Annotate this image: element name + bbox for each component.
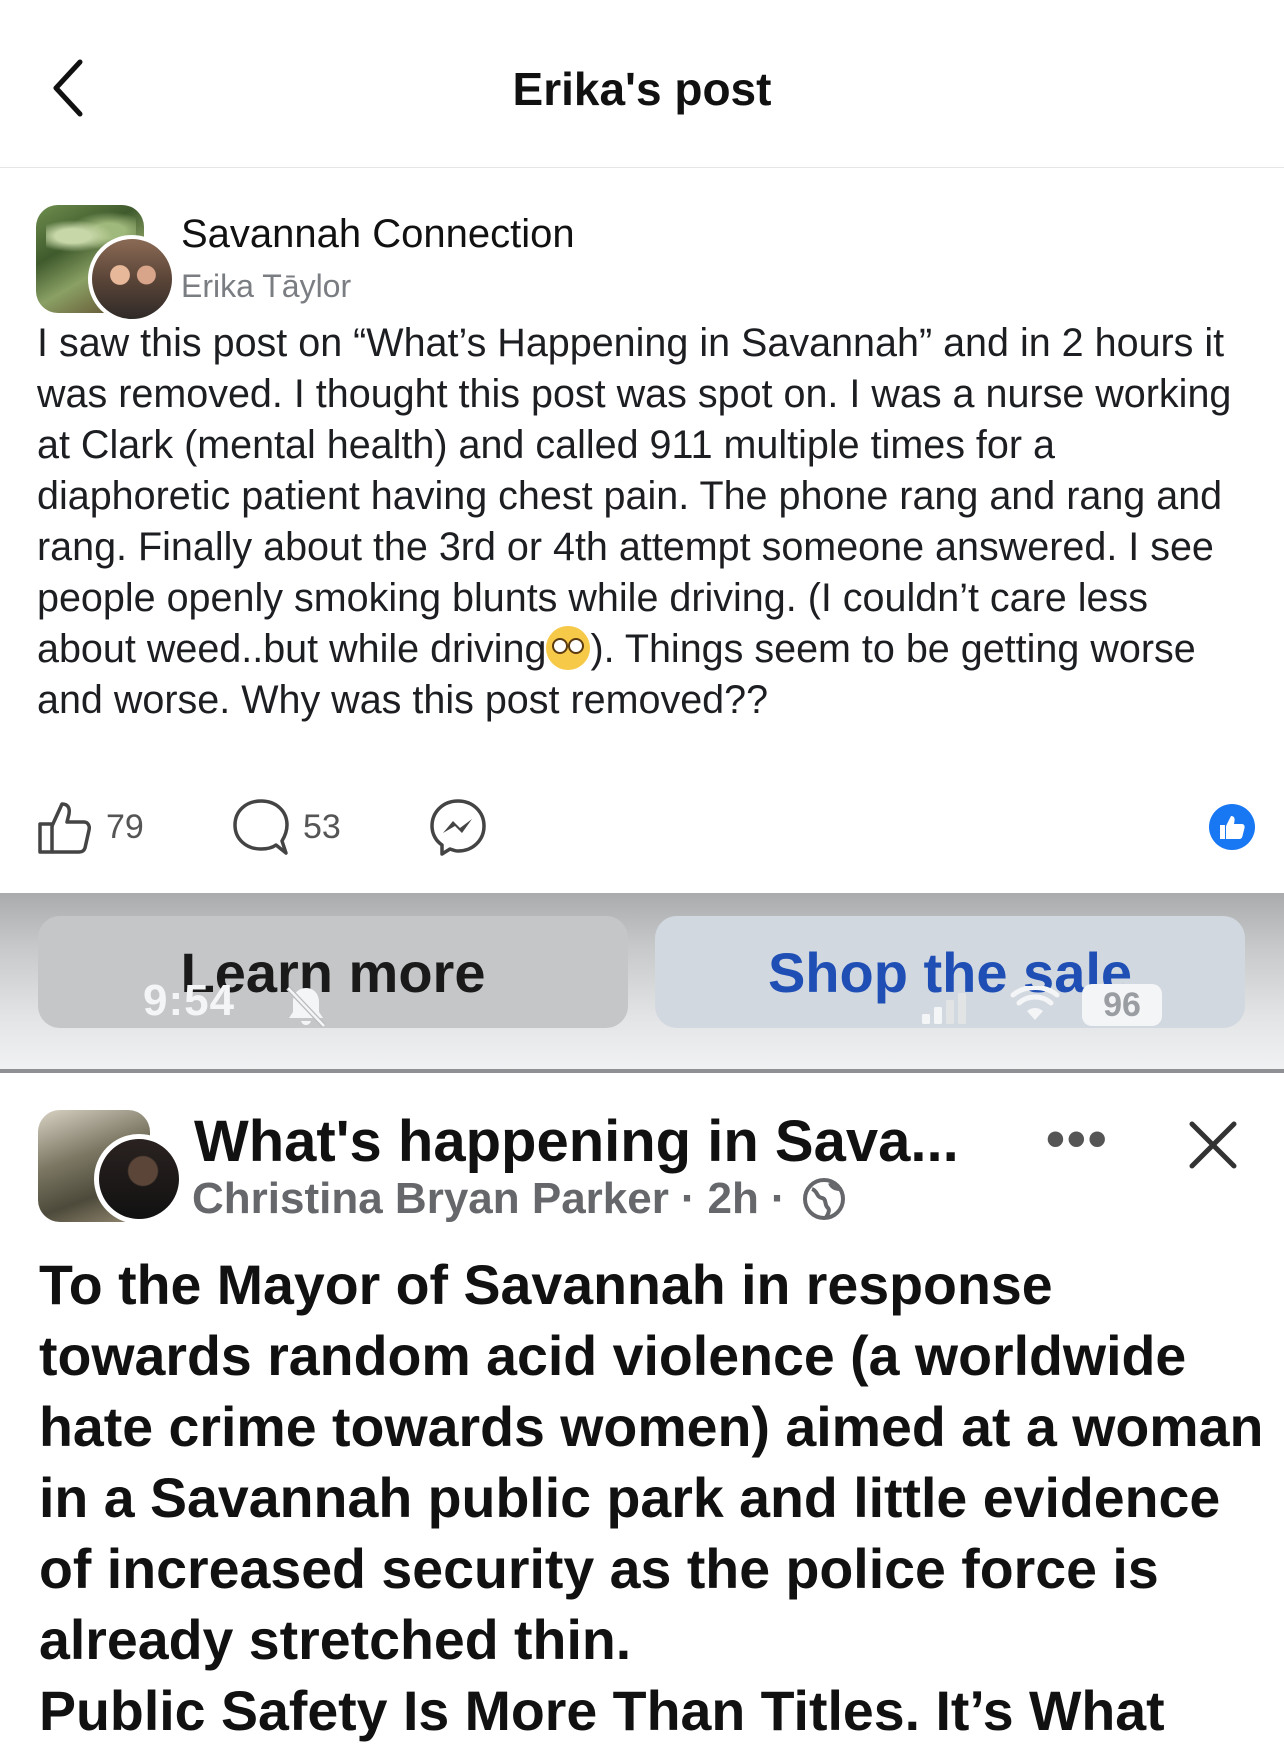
screenshot-divider (0, 1069, 1284, 1073)
close-icon[interactable] (1186, 1118, 1240, 1172)
embedded-author-name[interactable]: Christina Bryan Parker (192, 1174, 669, 1224)
battery-indicator: 96 (1082, 984, 1162, 1026)
like-button[interactable]: 79 (36, 795, 144, 859)
post-timestamp[interactable]: 2h (708, 1174, 759, 1224)
messenger-share-button[interactable] (428, 795, 488, 859)
comment-button[interactable]: 53 (231, 795, 341, 859)
bell-slash-icon (286, 986, 326, 1028)
messenger-icon (430, 799, 486, 856)
like-reaction-icon (1209, 804, 1255, 850)
user-avatar (88, 235, 176, 323)
post-avatar[interactable] (36, 205, 176, 323)
globe-icon (802, 1178, 845, 1220)
cellular-signal-icon (922, 993, 966, 1024)
page-title: Erika's post (512, 63, 772, 115)
post-body: I saw this post on “What’s Happening in … (37, 318, 1257, 726)
more-options-button[interactable]: ••• (1046, 1108, 1109, 1170)
embedded-user-avatar (94, 1134, 184, 1224)
post-text-part-1: I saw this post on “What’s Happening in … (37, 321, 1232, 671)
group-name-link[interactable]: Savannah Connection (181, 212, 575, 257)
comment-count: 53 (303, 807, 341, 846)
wifi-icon (1010, 986, 1060, 1020)
thumbs-up-icon (38, 802, 91, 854)
embedded-group-name[interactable]: What's happening in Sava... (194, 1108, 959, 1175)
embedded-post-meta: Christina Bryan Parker · 2h · (192, 1174, 846, 1224)
like-count: 79 (106, 807, 144, 846)
embedded-post-avatar[interactable] (38, 1110, 184, 1224)
flushed-face-emoji-icon (546, 626, 591, 670)
learn-more-button[interactable]: Learn more (38, 916, 628, 1028)
status-bar-time: 9:54 (143, 976, 236, 1025)
top-nav-bar: Erika's post (0, 0, 1284, 168)
post-actions: 79 53 (36, 795, 1256, 859)
meta-separator: · (770, 1174, 786, 1223)
comment-bubble-icon (233, 799, 289, 855)
meta-separator: · (680, 1174, 696, 1223)
embedded-post-body: To the Mayor of Savannah in response tow… (39, 1254, 1264, 1671)
author-name-link[interactable]: Erika Tāylor (181, 268, 351, 305)
